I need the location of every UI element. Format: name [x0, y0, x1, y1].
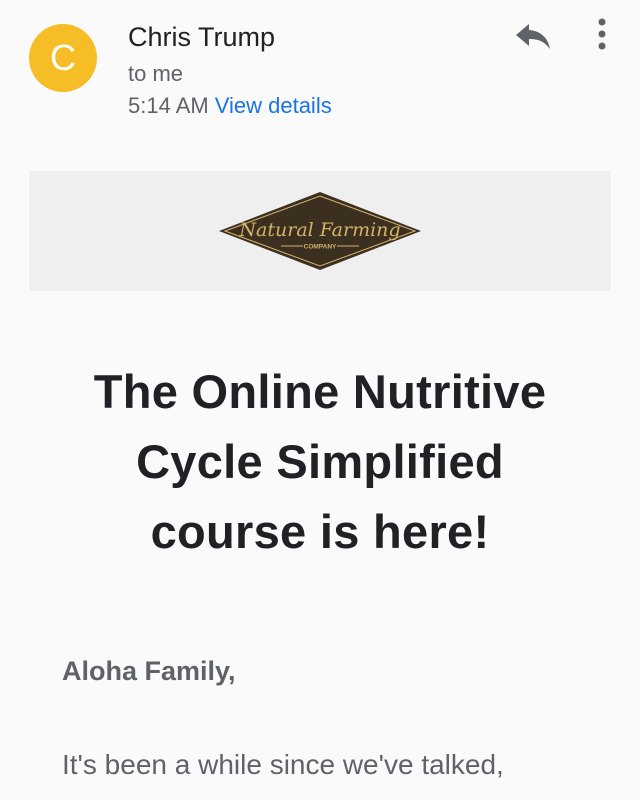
reply-icon[interactable]	[513, 20, 553, 52]
email-headline: The Online Nutritive Cycle Simplified co…	[0, 357, 640, 567]
headline-line-2: Cycle Simplified	[136, 435, 504, 488]
headline-line-3: course is here!	[150, 505, 490, 558]
logo-banner: Natural Farming COMPANY	[29, 171, 611, 291]
email-body: It's been a while since we've talked,	[62, 745, 622, 785]
view-details-link[interactable]: View details	[215, 93, 332, 118]
more-vertical-icon[interactable]	[590, 16, 614, 56]
sender-name[interactable]: Chris Trump	[128, 22, 275, 53]
headline-line-1: The Online Nutritive	[93, 365, 547, 418]
email-meta: 5:14 AM View details	[128, 93, 332, 119]
logo-sub-text: COMPANY	[304, 244, 337, 251]
logo-script-text: Natural Farming	[238, 219, 400, 241]
email-time: 5:14 AM	[128, 93, 209, 118]
body-line-1: It's been a while since we've talked,	[62, 749, 504, 780]
email-greeting: Aloha Family,	[62, 656, 236, 686]
recipient-label: to me	[128, 61, 184, 86]
sender-avatar[interactable]: C	[29, 24, 97, 92]
natural-farming-logo: Natural Farming COMPANY	[219, 192, 421, 270]
email-header: C Chris Trump to me 5:14 AM View details	[0, 0, 640, 150]
